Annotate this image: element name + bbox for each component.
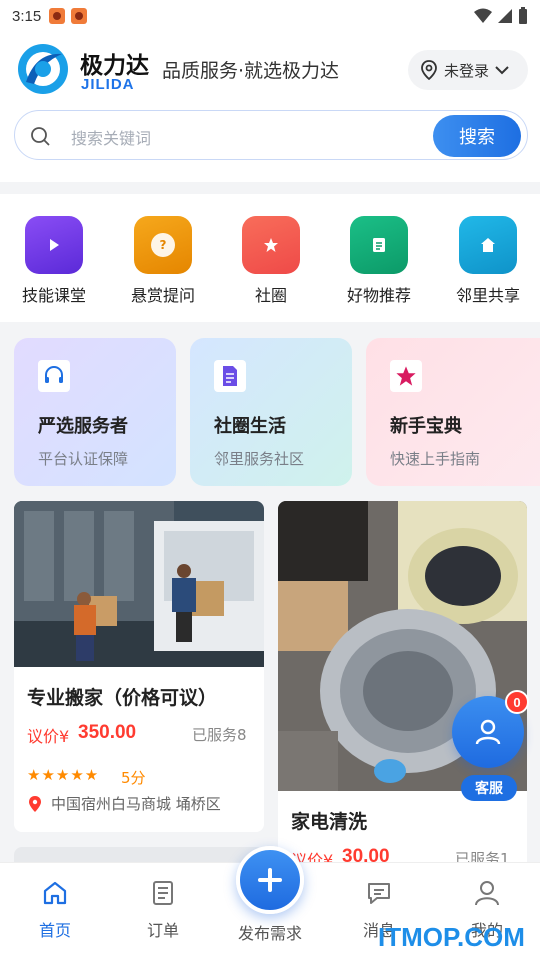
price-label: 议价¥ [27, 727, 70, 746]
publish-button[interactable] [236, 846, 304, 914]
product-card-moving[interactable]: 专业搬家（价格可议） 议价¥ 350.00 已服务8 ★★★★★ 5分 中国宿州… [14, 501, 264, 832]
login-label: 未登录 [444, 61, 490, 80]
feature-card-selected-provider[interactable]: 严选服务者 平台认证保障 [14, 338, 176, 486]
quick-menu: 技能课堂 ? 悬赏提问 社圈 好物推荐 邻里共享 [0, 194, 540, 322]
star-icon [242, 216, 300, 274]
unread-badge: 0 [505, 690, 529, 714]
document-icon [214, 360, 246, 392]
brand-name: 极力达 [80, 53, 149, 79]
quick-item-label: 好物推荐 [346, 286, 411, 305]
star-icon [390, 360, 422, 392]
home-icon [459, 216, 517, 274]
notification-icon [49, 8, 66, 24]
watermark: ITMOP.COM [378, 922, 525, 952]
nav-home[interactable]: 首页 [10, 879, 100, 941]
slogan: 品质服务·就选极力达 [162, 60, 340, 82]
nav-label: 首页 [38, 921, 71, 940]
nav-orders[interactable]: 订单 [118, 879, 208, 941]
plus-icon [258, 868, 282, 892]
orders-icon [153, 881, 173, 905]
quick-item-neighbor-share[interactable]: 邻里共享 [438, 216, 538, 306]
served-count: 已服务8 [192, 726, 247, 744]
search-icon [31, 127, 50, 146]
search-bar: 搜索关键词 搜索 [14, 110, 528, 160]
home-icon [43, 881, 67, 905]
feature-subtitle: 邻里服务社区 [214, 450, 305, 468]
quick-item-recommend[interactable]: 好物推荐 [329, 216, 429, 306]
nav-label: 订单 [146, 921, 179, 940]
customer-service-label[interactable]: 客服 [461, 775, 517, 801]
location-pin-icon [421, 60, 437, 80]
user-icon [475, 719, 501, 745]
publish-label: 发布需求 [237, 924, 302, 943]
feature-title: 新手宝典 [390, 416, 462, 437]
location-text: 中国宿州白马商城 埇桥区 [51, 795, 221, 813]
question-icon: ? [134, 216, 192, 274]
quick-item-skill-class[interactable]: 技能课堂 [4, 216, 104, 306]
logo-icon [18, 44, 68, 94]
brand-english: JILIDA [81, 76, 135, 93]
signal-icon [498, 9, 512, 23]
quick-item-bounty-question[interactable]: ? 悬赏提问 [113, 216, 213, 306]
search-button[interactable]: 搜索 [433, 115, 521, 157]
product-price: 350.00 [78, 722, 137, 743]
rating-score: 5分 [121, 769, 146, 787]
feature-card-community-life[interactable]: 社圈生活 邻里服务社区 [190, 338, 352, 486]
feature-title: 社圈生活 [214, 416, 286, 437]
feature-subtitle: 平台认证保障 [38, 450, 129, 468]
feature-card-beginner-guide[interactable]: 新手宝典 快速上手指南 [366, 338, 540, 486]
notification-icon [71, 8, 88, 24]
message-icon [368, 883, 390, 904]
feature-title: 严选服务者 [38, 416, 128, 437]
product-card-appliance-cleaning[interactable]: 家电清洗 议价¥ 30.00 已服务1 [278, 501, 527, 871]
quick-item-label: 邻里共享 [455, 286, 520, 305]
quick-item-label: 悬赏提问 [130, 286, 195, 305]
user-icon [475, 881, 499, 906]
play-icon [25, 216, 83, 274]
feature-subtitle: 快速上手指南 [390, 450, 481, 468]
quick-item-community[interactable]: 社圈 [221, 216, 321, 306]
header: 极力达 JILIDA 品质服务·就选极力达 未登录 搜索关键词 搜索 [0, 32, 540, 182]
quick-item-label: 技能课堂 [21, 286, 86, 305]
product-location: 中国宿州白马商城 埇桥区 [27, 793, 221, 814]
rating-stars: ★★★★★ [27, 766, 100, 784]
login-location-button[interactable]: 未登录 [408, 50, 528, 90]
wifi-icon [474, 8, 492, 23]
location-pin-icon [29, 795, 41, 812]
quick-item-label: 社圈 [254, 286, 287, 305]
product-title: 家电清洗 [291, 811, 368, 833]
battery-icon [519, 7, 527, 24]
headset-icon [38, 360, 70, 392]
chevron-down-icon [495, 66, 509, 75]
status-bar: 3:15 [0, 0, 540, 32]
search-input[interactable]: 搜索关键词 [71, 125, 151, 149]
document-icon [350, 216, 408, 274]
product-image [14, 501, 264, 667]
product-title: 专业搬家（价格可议） [27, 687, 218, 709]
status-time: 3:15 [12, 7, 42, 25]
